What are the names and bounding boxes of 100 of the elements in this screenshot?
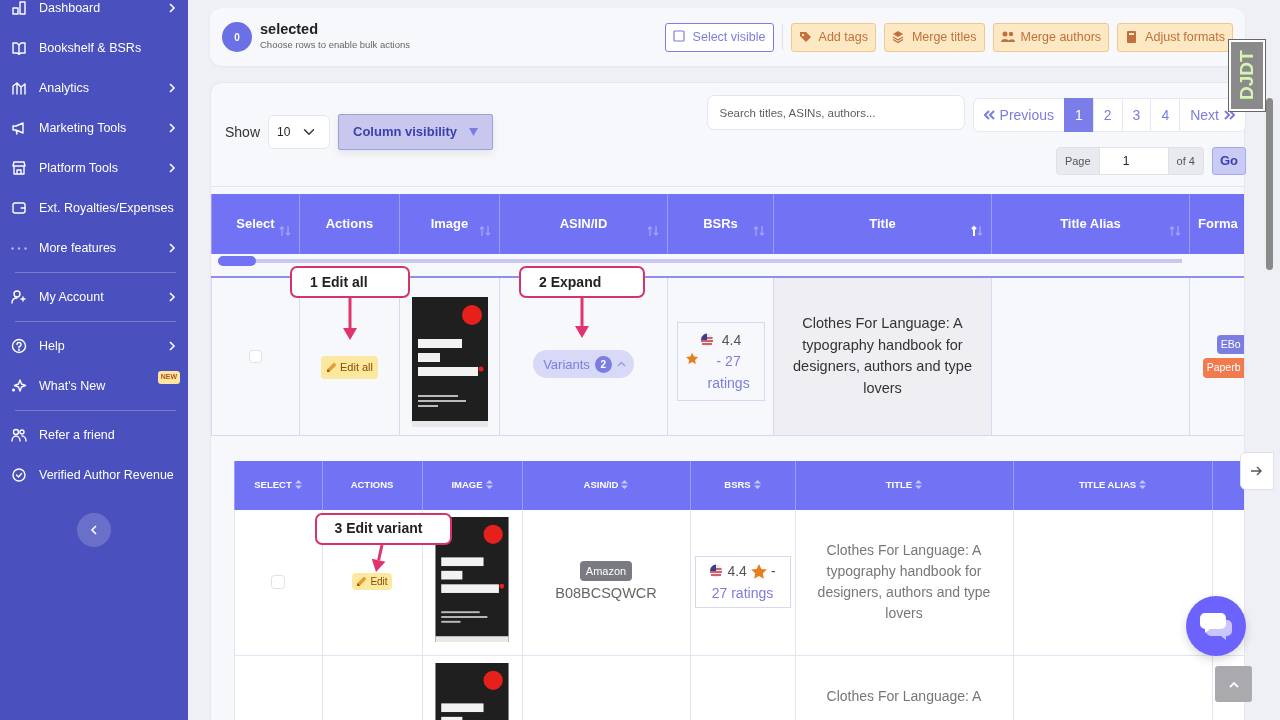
column-header[interactable]: Title Alias (991, 194, 1190, 254)
help-icon (11, 338, 27, 354)
column-header[interactable]: IMAGE (422, 460, 522, 510)
ratings-link[interactable]: - 27 ratings (701, 349, 756, 394)
title-text: Clothes For Language: A (825, 687, 983, 706)
double-chevron-right-icon (1224, 110, 1235, 120)
scroll-top-button[interactable] (1215, 666, 1252, 702)
column-header[interactable]: Select (211, 194, 300, 254)
sidebar-item[interactable]: Bookshelf & BSRs (11, 28, 180, 68)
column-header[interactable]: Forma (1189, 194, 1244, 254)
sidebar-item[interactable]: Marketing Tools (11, 108, 180, 148)
layers-icon (891, 30, 906, 44)
arrow-right-icon (1251, 466, 1263, 476)
callout-arrow (340, 298, 360, 340)
users-icon (1000, 30, 1015, 44)
megaphone-icon (11, 120, 27, 136)
bulk-action-button[interactable]: Merge titles (883, 22, 985, 52)
column-header[interactable]: BSRS (690, 460, 795, 510)
tag-icon (798, 30, 813, 44)
callout: 1 Edit all (290, 266, 410, 298)
chevron-up-icon (1228, 680, 1239, 688)
sidebar-item[interactable]: Ext. Royalties/Expenses (11, 188, 180, 228)
variants-toggle[interactable]: Variants 2 (533, 350, 634, 379)
rating-value: 4.4 (721, 330, 742, 350)
column-header[interactable]: ACTIONS (322, 460, 422, 510)
badge-check-icon (11, 467, 27, 483)
edit-button[interactable]: Edit (352, 572, 392, 590)
column-header[interactable]: ASIN/ID (522, 460, 690, 510)
asin-text: B08BCSQWCR (554, 584, 658, 604)
show-label: Show (225, 122, 261, 142)
page-total: of 4 (1167, 147, 1204, 175)
chat-icon (1199, 612, 1233, 640)
separator: - (770, 562, 776, 582)
pagination-link[interactable]: Previous (972, 98, 1065, 132)
column-header[interactable]: Actions (299, 194, 400, 254)
sidebar-item[interactable]: Analytics (11, 68, 180, 108)
scroll-right-button[interactable] (1240, 452, 1274, 490)
bulk-action-button[interactable]: Merge authors (992, 22, 1110, 52)
column-header[interactable]: BSRs (667, 194, 774, 254)
row-checkbox[interactable] (249, 349, 262, 363)
checkbox-icon (672, 30, 687, 44)
search-field[interactable]: Search titles, ASINs, authors... (706, 95, 965, 130)
selection-hint: Choose rows to enable bulk actions (260, 37, 410, 52)
collapse-button[interactable] (77, 513, 111, 547)
sidebar-item[interactable]: Dashboard (11, 0, 180, 28)
sidebar-item[interactable]: More features (11, 228, 180, 268)
sidebar-item[interactable]: Platform Tools (11, 148, 180, 188)
pagination-link[interactable]: 4 (1150, 98, 1181, 132)
sidebar-item[interactable]: Refer a friend (11, 415, 180, 455)
pencil-icon (326, 361, 337, 373)
book-icon (11, 40, 27, 56)
page-length-select[interactable]: 10 (268, 115, 331, 149)
column-header[interactable]: SELECT (234, 460, 322, 510)
column-header[interactable]: ASIN/ID (499, 194, 668, 254)
variant-count: 2 (594, 355, 612, 373)
pagination-link[interactable]: 1 (1064, 98, 1094, 132)
debug-toolbar-handle[interactable]: DJDT (1229, 40, 1265, 111)
chevron-left-icon (90, 525, 98, 535)
title-text: Clothes For Language: A typography handbook for designers, authors and type lovers (792, 313, 973, 398)
title-text: Clothes For Language: A typography handbook for designers, authors and type lovers (816, 541, 992, 624)
dots-icon (11, 246, 27, 250)
bulk-action-button[interactable]: Adjust formats (1117, 22, 1233, 52)
column-header[interactable]: TITLE ALIAS (1013, 460, 1212, 510)
pagination-link[interactable]: 2 (1092, 98, 1123, 132)
sparkle-icon (11, 378, 27, 394)
sidebar-item[interactable]: Verified Author Revenue (11, 455, 180, 495)
selection-title: selected (260, 21, 320, 38)
column-visibility-button[interactable]: Column visibility (338, 114, 494, 150)
ratings-link[interactable]: 27 ratings (711, 582, 774, 605)
wallet-icon (11, 200, 27, 216)
store-icon (11, 160, 27, 176)
edit-all-button[interactable]: Edit all (321, 356, 378, 379)
chart-icon (11, 80, 27, 96)
pencil-icon (356, 575, 368, 587)
column-header[interactable]: Title (773, 194, 992, 254)
callout: 2 Expand (519, 266, 645, 298)
bulk-action-button[interactable]: Add tags (790, 22, 876, 52)
flag-icon (699, 332, 714, 347)
sidebar-item[interactable]: Help (11, 326, 180, 366)
page-number-field[interactable]: 1 (1098, 147, 1169, 175)
row-checkbox[interactable] (271, 575, 285, 590)
page-label: Page (1055, 147, 1100, 175)
column-header[interactable]: Image (399, 194, 500, 254)
sidebar-item[interactable]: My Account (11, 277, 180, 317)
go-button[interactable]: Go (1211, 147, 1246, 175)
format-tag: EBo (1216, 334, 1244, 355)
callout: 3 Edit variant (314, 512, 452, 545)
users-icon (11, 427, 27, 443)
scrollbar-thumb[interactable] (217, 256, 256, 266)
callout-arrow (572, 298, 592, 338)
bulk-action-button[interactable]: Select visible (664, 22, 774, 52)
caret-icon (469, 128, 479, 136)
format-tag: Paperb (1202, 358, 1244, 378)
pagination-link[interactable]: 3 (1121, 98, 1152, 132)
column-header[interactable]: TITLE (795, 460, 1013, 510)
scrollbar-thumb[interactable] (1266, 98, 1273, 270)
double-chevron-left-icon (983, 110, 995, 120)
star-icon (750, 563, 767, 579)
flag-icon (709, 564, 724, 579)
rating-value: 4.4 (727, 562, 747, 582)
